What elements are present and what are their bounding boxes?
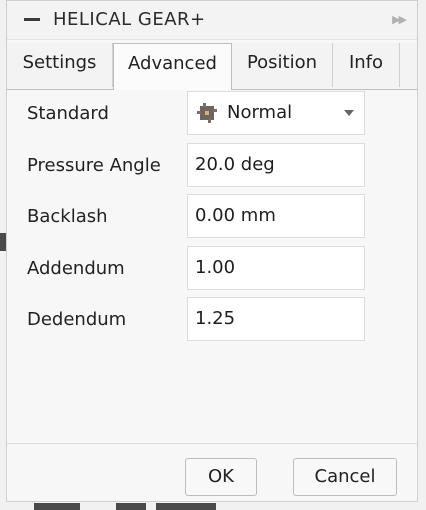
minus-icon[interactable] — [24, 18, 40, 21]
standard-value: Normal — [227, 102, 293, 123]
standard-label: Standard — [27, 103, 109, 124]
standard-dropdown[interactable]: Normal — [187, 91, 365, 135]
tab-info[interactable]: Info — [333, 43, 400, 87]
addendum-label: Addendum — [27, 258, 125, 279]
background-dark-block-bottom-left — [34, 503, 80, 510]
pressure-angle-label: Pressure Angle — [27, 155, 161, 176]
backlash-label: Backlash — [27, 206, 108, 227]
cancel-button[interactable]: Cancel — [293, 458, 397, 496]
tab-advanced[interactable]: Advanced — [113, 43, 232, 90]
tab-position[interactable]: Position — [232, 43, 333, 87]
tab-settings[interactable]: Settings — [7, 43, 113, 87]
gear-icon — [197, 103, 217, 123]
background-dark-block-bottom-mid — [156, 503, 216, 510]
dialog-titlebar: HELICAL GEAR+ ▶▶ — [7, 1, 417, 40]
dedendum-label: Dedendum — [27, 309, 127, 330]
dialog-title: HELICAL GEAR+ — [53, 9, 206, 30]
chevron-down-icon[interactable] — [344, 110, 354, 116]
helical-gear-dialog: HELICAL GEAR+ ▶▶ Settings Advanced Posit… — [6, 0, 418, 502]
dedendum-input[interactable]: 1.25 — [187, 297, 365, 341]
tab-bar: Settings Advanced Position Info — [7, 43, 417, 90]
addendum-input[interactable]: 1.00 — [187, 246, 365, 290]
ok-button[interactable]: OK — [185, 458, 257, 496]
background-dark-block-bottom-center — [116, 503, 146, 510]
backlash-input[interactable]: 0.00 mm — [187, 194, 365, 238]
dialog-footer: OK Cancel — [7, 443, 417, 502]
pressure-angle-input[interactable]: 20.0 deg — [187, 143, 365, 187]
double-chevron-right-icon[interactable]: ▶▶ — [392, 13, 407, 26]
